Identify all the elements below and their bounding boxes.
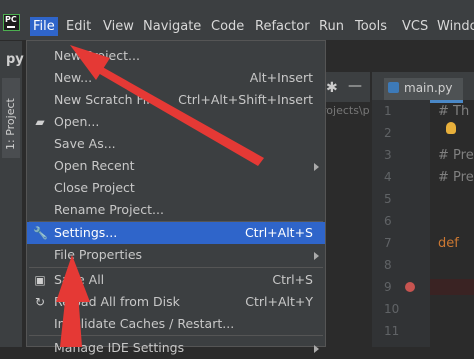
menu-item-new-project[interactable]: New Project... [27, 45, 325, 67]
pycharm-logo-icon: PC [3, 14, 20, 31]
project-tab-label: 1: Project [4, 98, 17, 150]
reload-icon: ↻ [34, 295, 46, 309]
file-menu-dropdown: New Project... New... Alt+Insert New Scr… [26, 40, 326, 355]
line-number: 5 [384, 192, 392, 206]
submenu-arrow-icon [314, 163, 319, 171]
menu-item-rename-project[interactable]: Rename Project... [27, 199, 325, 221]
menu-item-open-recent[interactable]: Open Recent [27, 155, 325, 177]
tab-label: main.py [404, 81, 453, 95]
line-number: 3 [384, 148, 392, 162]
editor-gutter [372, 100, 430, 347]
folder-icon: ▰ [35, 115, 45, 129]
menu-separator [29, 267, 323, 268]
minimize-icon[interactable]: — [348, 78, 362, 94]
menu-run[interactable]: Run [319, 19, 344, 34]
submenu-arrow-icon [314, 345, 319, 353]
menu-file[interactable]: File [30, 17, 58, 36]
menu-item-close-project[interactable]: Close Project [27, 177, 325, 199]
menu-item-open[interactable]: ▰ Open... [27, 111, 325, 133]
breakpoint-line-highlight [430, 279, 474, 295]
menu-view[interactable]: View [103, 19, 134, 34]
menu-item-save-all[interactable]: ▣ Save All Ctrl+S [27, 269, 325, 291]
menu-bar: PC File Edit View Navigate Code Refactor… [0, 0, 474, 41]
menu-item-file-properties[interactable]: File Properties [27, 244, 325, 266]
code-line: # Pre [438, 170, 474, 185]
menu-code[interactable]: Code [211, 19, 244, 34]
menu-item-invalidate-caches[interactable]: Invalidate Caches / Restart... [27, 313, 325, 335]
menu-item-save-as[interactable]: Save As... [27, 133, 325, 155]
project-path: rojects\p [322, 104, 370, 117]
line-number: 8 [384, 258, 392, 272]
line-number: 2 [384, 126, 392, 140]
line-number: 4 [384, 170, 392, 184]
lightbulb-icon[interactable] [446, 122, 456, 134]
code-line: # Pre [438, 148, 474, 163]
python-file-icon [388, 82, 399, 93]
line-number: 6 [384, 214, 392, 228]
breakpoint-icon[interactable] [405, 282, 415, 292]
line-number: 11 [384, 324, 400, 338]
code-line: # Th [438, 104, 470, 119]
menu-tools[interactable]: Tools [355, 19, 387, 34]
project-tool-tab[interactable]: 1: Project [2, 78, 20, 158]
submenu-arrow-icon [314, 252, 319, 260]
menu-item-new[interactable]: New... Alt+Insert [27, 67, 325, 89]
project-name-label: py [6, 52, 24, 67]
menu-refactor[interactable]: Refactor [255, 19, 310, 34]
menu-item-new-scratch-file[interactable]: New Scratch File Ctrl+Alt+Shift+Insert [27, 89, 325, 111]
menu-edit[interactable]: Edit [66, 19, 91, 34]
line-number: 7 [384, 236, 392, 250]
save-icon: ▣ [34, 273, 46, 287]
menu-item-reload-all[interactable]: ↻ Reload All from Disk Ctrl+Alt+Y [27, 291, 325, 313]
menu-item-manage-ide-settings[interactable]: Manage IDE Settings [27, 337, 325, 359]
wrench-icon: 🔧 [33, 226, 48, 240]
line-number: 1 [384, 104, 392, 118]
menu-window[interactable]: Windo [437, 19, 474, 34]
line-number: 10 [384, 302, 400, 316]
line-number: 9 [384, 280, 392, 294]
menu-separator [29, 335, 323, 336]
menu-item-settings[interactable]: 🔧 Settings... Ctrl+Alt+S [27, 222, 325, 244]
code-line: def [438, 236, 459, 251]
menu-vcs[interactable]: VCS [402, 19, 428, 34]
menu-navigate[interactable]: Navigate [143, 19, 201, 34]
gear-icon[interactable]: ✱ [326, 80, 338, 96]
